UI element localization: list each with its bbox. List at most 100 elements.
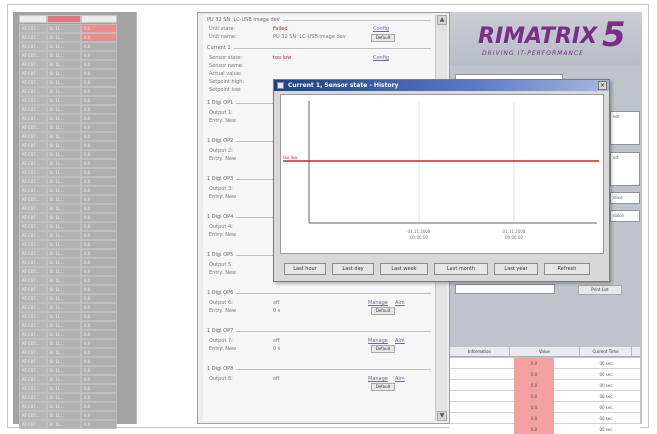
left-list-row[interactable]: AT-C07... B: 1L... 0.0 xyxy=(19,384,130,393)
left-list-row[interactable]: AT-C07... B: 1L... 0.0 xyxy=(19,168,130,177)
unit-default-button[interactable]: Default xyxy=(371,34,395,42)
left-list-row[interactable]: AT-C07... B: 1L... 0.0 xyxy=(19,267,130,276)
left-list-row[interactable]: AT-C07... B: 1L... 0.0 xyxy=(19,87,130,96)
left-list-panel[interactable]: AT-C07... B: 1L... 0.0 AT-C07... B: 1L... 0.0… xyxy=(13,12,137,429)
left-list-row[interactable]: AT-C07... B: 1L... 0.0 xyxy=(19,24,130,33)
right-side-field-4[interactable]: dalon xyxy=(610,210,640,222)
left-list-row[interactable]: AT-C07... B: 1L... 0.0 xyxy=(19,33,130,42)
output-manage-link[interactable]: Manage xyxy=(368,300,388,306)
left-header-cell-1[interactable] xyxy=(19,15,47,23)
left-list-row[interactable]: AT-C07... B: 1L... 0.0 xyxy=(19,60,130,69)
left-list-row[interactable]: AT-C07... B: 1L... 0.0 xyxy=(19,339,130,348)
col-header-value[interactable]: Value xyxy=(510,347,580,357)
left-list-row[interactable]: AT-C07... B: 1L... 0.0 xyxy=(19,312,130,321)
output-manage-link[interactable]: Manage xyxy=(368,338,388,344)
left-header-cell-3[interactable] xyxy=(81,15,117,23)
left-list-row[interactable]: AT-C07... B: 1L... 0.0 xyxy=(19,285,130,294)
left-list-row[interactable]: AT-C07... B: 1L... 0.0 xyxy=(19,420,130,429)
left-list-row[interactable]: AT-C07... B: 1L... 0.0 xyxy=(19,294,130,303)
left-list-row[interactable]: AT-C07... B: 1L... 0.0 xyxy=(19,231,130,240)
value-table-row[interactable]: 0.0 00 sec xyxy=(450,413,640,424)
right-side-field-2[interactable]: ort xyxy=(610,152,640,186)
left-list-row[interactable]: AT-C07... B: 1L... 0.0 xyxy=(19,51,130,60)
left-list-row[interactable]: AT-C07... B: 1L... 0.0 xyxy=(19,132,130,141)
scroll-down-arrow-icon[interactable]: ▼ xyxy=(437,411,447,421)
value-table-row[interactable]: 0.0 00 sec xyxy=(450,369,640,380)
left-list-row[interactable]: AT-C07... B: 1L... 0.0 xyxy=(19,276,130,285)
col-header-time[interactable]: Current Time xyxy=(580,347,632,357)
left-list-row[interactable]: AT-C07... B: 1L... 0.0 xyxy=(19,159,130,168)
left-list-cell-1: AT-C07... xyxy=(19,258,47,267)
left-list-row[interactable]: AT-C07... B: 1L... 0.0 xyxy=(19,402,130,411)
left-list-row[interactable]: AT-C07... B: 1L... 0.0 xyxy=(19,348,130,357)
left-header-cell-2[interactable] xyxy=(47,15,81,23)
left-list-row[interactable]: AT-C07... B: 1L... 0.0 xyxy=(19,330,130,339)
right-side-field-3[interactable]: dlice xyxy=(610,192,640,204)
output-alarm-link[interactable]: Alm xyxy=(395,300,405,306)
value-table-row[interactable]: 0.0 00 sec xyxy=(450,380,640,391)
left-list-cell-1: AT-C07... xyxy=(19,168,47,177)
output-manage-link[interactable]: Manage xyxy=(368,376,388,382)
left-list-row[interactable]: AT-C07... B: 1L... 0.0 xyxy=(19,42,130,51)
left-list-row[interactable]: AT-C07... B: 1L... 0.0 xyxy=(19,114,130,123)
close-icon[interactable]: × xyxy=(598,81,607,90)
left-list-row[interactable]: AT-C07... B: 1L... 0.0 xyxy=(19,123,130,132)
range-button-last-month[interactable]: Last month xyxy=(434,263,488,275)
left-list-row[interactable]: AT-C07... B: 1L... 0.0 xyxy=(19,177,130,186)
scroll-up-arrow-icon[interactable]: ▲ xyxy=(437,15,447,25)
output-default-button[interactable]: Default xyxy=(371,345,395,353)
left-list-row[interactable]: AT-C07... B: 1L... 0.0 xyxy=(19,105,130,114)
output-default-button[interactable]: Default xyxy=(371,307,395,315)
right-side-field-1[interactable]: nor xyxy=(610,111,640,145)
left-list-row[interactable]: AT-C07... B: 1L... 0.0 xyxy=(19,69,130,78)
left-list-row[interactable]: AT-C07... B: 1L... 0.0 xyxy=(19,195,130,204)
range-button-refresh[interactable]: Refresh xyxy=(544,263,590,275)
range-button-last-hour[interactable]: Last hour xyxy=(284,263,326,275)
left-list-cell-1: AT-C07... xyxy=(19,177,47,186)
left-list-row[interactable]: AT-C07... B: 1L... 0.0 xyxy=(19,375,130,384)
value-table-cell-info xyxy=(450,358,510,369)
value-table-row[interactable]: 0.0 00 sec xyxy=(450,391,640,402)
value-table-row[interactable]: 0.0 00 sec xyxy=(450,358,640,369)
left-list-cell-2: B: 1L... xyxy=(47,375,81,384)
left-list-row[interactable]: AT-C07... B: 1L... 0.0 xyxy=(19,186,130,195)
window-icon xyxy=(277,82,284,89)
range-button-last-week[interactable]: Last week xyxy=(380,263,428,275)
output-alarm-link[interactable]: Alm xyxy=(395,376,405,382)
left-list-cell-2: B: 1L... xyxy=(47,123,81,132)
print-list-button[interactable]: Print List xyxy=(578,285,622,295)
left-list-row[interactable]: AT-C07... B: 1L... 0.0 xyxy=(19,150,130,159)
unit-config-link[interactable]: Config xyxy=(373,26,389,32)
left-list-cell-3: 0.0 xyxy=(81,402,117,411)
left-list-cell-2: B: 1L... xyxy=(47,195,81,204)
logo-number: 5 xyxy=(602,15,626,55)
left-list-row[interactable]: AT-C07... B: 1L... 0.0 xyxy=(19,240,130,249)
left-list-row[interactable]: AT-C07... B: 1L... 0.0 xyxy=(19,213,130,222)
right-select-bottom[interactable] xyxy=(455,284,555,294)
left-list-row[interactable]: AT-C07... B: 1L... 0.0 xyxy=(19,78,130,87)
output-alarm-link[interactable]: Alm xyxy=(395,338,405,344)
left-list-row[interactable]: AT-C07... B: 1L... 0.0 xyxy=(19,249,130,258)
col-header-info[interactable]: Information xyxy=(450,347,510,357)
sensor-config-link[interactable]: Config xyxy=(373,55,389,61)
left-list-cell-2: B: 1L... xyxy=(47,159,81,168)
range-button-last-day[interactable]: Last day xyxy=(332,263,374,275)
left-list-row[interactable]: AT-C07... B: 1L... 0.0 xyxy=(19,366,130,375)
left-list-cell-3: 0.0 xyxy=(81,303,117,312)
left-list-row[interactable]: AT-C07... B: 1L... 0.0 xyxy=(19,303,130,312)
value-table-row[interactable]: 0.0 00 sec xyxy=(450,402,640,413)
left-list-row[interactable]: AT-C07... B: 1L... 0.0 xyxy=(19,204,130,213)
output-delay-value: 0 s xyxy=(273,308,281,314)
left-list-row[interactable]: AT-C07... B: 1L... 0.0 xyxy=(19,258,130,267)
output-default-button[interactable]: Default xyxy=(371,383,395,391)
left-list-row[interactable]: AT-C07... B: 1L... 0.0 xyxy=(19,222,130,231)
left-list-row[interactable]: AT-C07... B: 1L... 0.0 xyxy=(19,96,130,105)
range-button-last-year[interactable]: Last year xyxy=(494,263,538,275)
left-list-row[interactable]: AT-C07... B: 1L... 0.0 xyxy=(19,357,130,366)
left-list-row[interactable]: AT-C07... B: 1L... 0.0 xyxy=(19,321,130,330)
value-table-row[interactable]: 0.0 00 sec xyxy=(450,424,640,434)
dialog-titlebar[interactable]: Current 1, Sensor state - History × xyxy=(274,80,609,91)
left-list-row[interactable]: AT-C07... B: 1L... 0.0 xyxy=(19,411,130,420)
left-list-row[interactable]: AT-C07... B: 1L... 0.0 xyxy=(19,141,130,150)
left-list-row[interactable]: AT-C07... B: 1L... 0.0 xyxy=(19,393,130,402)
